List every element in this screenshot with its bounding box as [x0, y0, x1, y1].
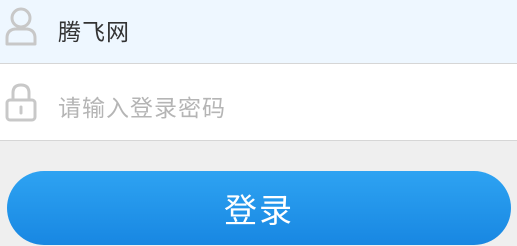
password-field[interactable]: 请输入登录密码 [0, 64, 517, 141]
user-icon [4, 6, 38, 46]
username-field[interactable]: 腾飞网 [0, 0, 517, 64]
login-button[interactable]: 登录 [7, 171, 511, 245]
username-value: 腾飞网 [58, 20, 130, 46]
lock-icon [4, 82, 38, 122]
password-placeholder: 请输入登录密码 [58, 96, 226, 122]
login-form: 腾飞网 请输入登录密码 登录 [0, 0, 517, 246]
